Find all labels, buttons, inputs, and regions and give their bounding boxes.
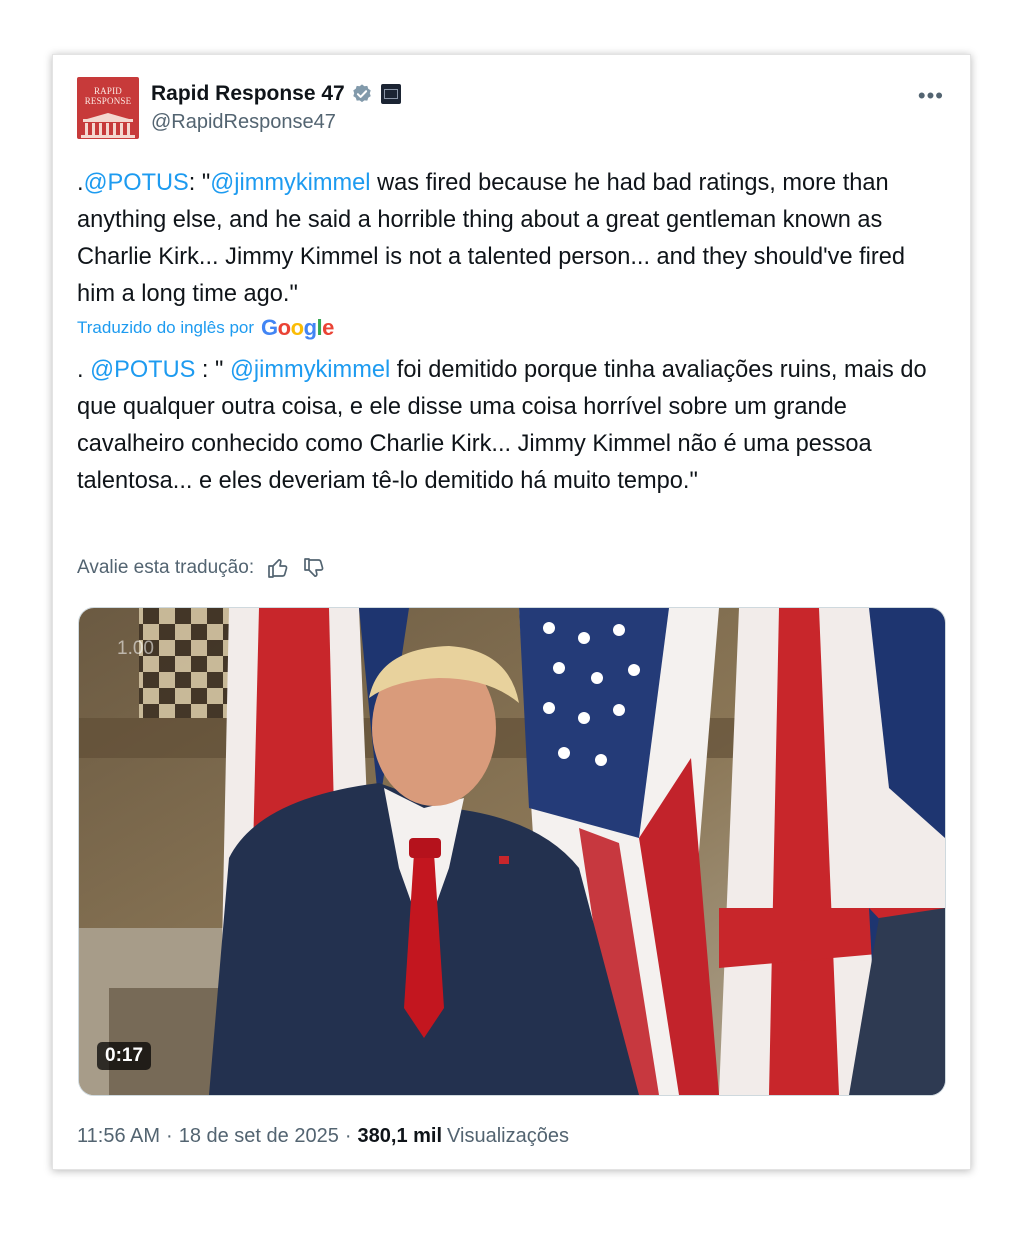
- google-logo: Google: [261, 315, 334, 340]
- mention-jimmykimmel-link[interactable]: @jimmykimmel: [230, 357, 390, 383]
- post-meta: 11:56 AM · 18 de set de 2025 · 380,1 mil…: [77, 1125, 569, 1148]
- rate-translation-row: Avalie esta tradução:: [77, 556, 326, 580]
- views-count[interactable]: 380,1 mil: [358, 1125, 443, 1148]
- verified-badge-icon[interactable]: [351, 83, 373, 105]
- playback-rate: 1.00: [117, 638, 154, 659]
- thumbs-up-icon[interactable]: [266, 556, 290, 580]
- more-options-button[interactable]: •••: [918, 83, 944, 109]
- video-frame: [79, 608, 945, 1095]
- text-part: : ": [188, 170, 211, 196]
- avatar-logo-text: RAPID RESPONSE: [84, 86, 132, 106]
- translated-label: Traduzido do inglês por: [77, 318, 255, 337]
- post-time[interactable]: 11:56 AM: [77, 1125, 160, 1148]
- author-handle[interactable]: @RapidResponse47: [151, 111, 336, 134]
- post-text: .@POTUS: "@jimmykimmel was fired because…: [77, 165, 947, 313]
- thumbs-down-icon[interactable]: [302, 556, 326, 580]
- author-display-name[interactable]: Rapid Response 47: [151, 82, 345, 106]
- translated-by-link[interactable]: Traduzido do inglês por Google: [77, 315, 334, 341]
- author-name-row: Rapid Response 47: [151, 79, 401, 109]
- mention-potus-link[interactable]: @POTUS: [84, 170, 189, 196]
- meta-separator: ·: [166, 1125, 173, 1147]
- translated-text: . @POTUS : " @jimmykimmel foi demitido p…: [77, 352, 952, 500]
- text-prefix: .: [77, 357, 91, 383]
- rate-translation-label: Avalie esta tradução:: [77, 557, 255, 578]
- building-icon: [81, 113, 135, 138]
- video-duration-badge: 0:17: [97, 1042, 152, 1070]
- meta-separator: ·: [344, 1125, 352, 1147]
- post-card: RAPID RESPONSE Rapid Response 47 @RapidR…: [52, 54, 971, 1170]
- mention-potus-link[interactable]: @POTUS: [90, 357, 195, 383]
- post-date[interactable]: 18 de set de 2025: [179, 1125, 339, 1148]
- mention-jimmykimmel-link[interactable]: @jimmykimmel: [210, 170, 370, 196]
- white-house-badge-icon[interactable]: [380, 84, 401, 104]
- avatar[interactable]: RAPID RESPONSE: [77, 77, 139, 139]
- text-part: : ": [195, 357, 230, 383]
- views-label: Visualizações: [447, 1125, 569, 1147]
- video-player[interactable]: 1.00 0:17: [78, 607, 946, 1096]
